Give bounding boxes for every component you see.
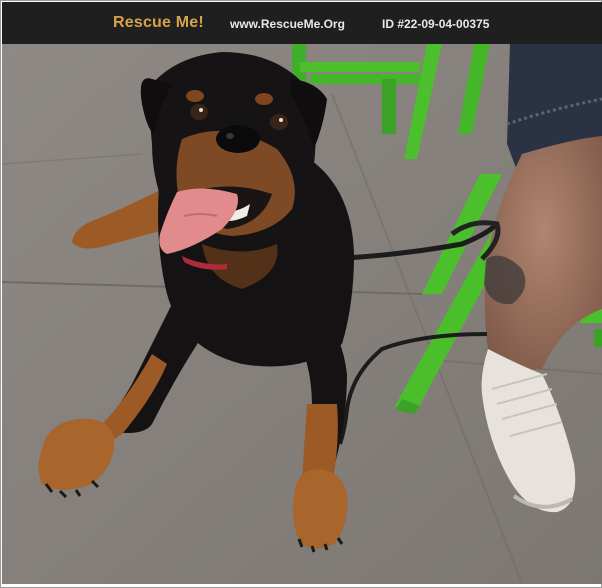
header-bar: Rescue Me! www.RescueMe.Org ID #22-09-04… (2, 2, 602, 44)
brand-logo[interactable]: Rescue Me! (113, 14, 204, 32)
site-url[interactable]: www.RescueMe.Org (230, 17, 345, 31)
listing-frame: Rescue Me! www.RescueMe.Org ID #22-09-04… (0, 0, 602, 588)
listing-id: ID #22-09-04-00375 (382, 17, 490, 31)
pet-photo (2, 44, 602, 584)
